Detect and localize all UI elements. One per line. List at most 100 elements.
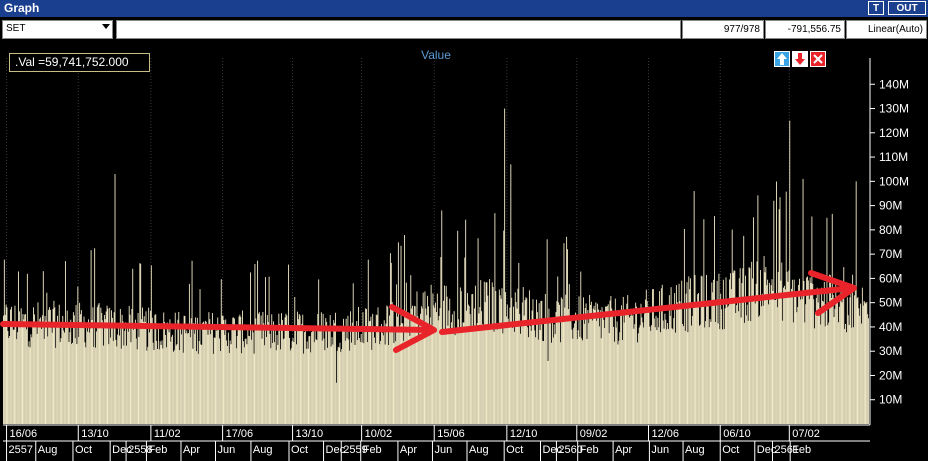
up-arrow-icon[interactable] bbox=[774, 51, 790, 67]
bar bbox=[136, 349, 138, 424]
bar bbox=[846, 297, 848, 424]
value-readout: .Val =59,741,752.000 bbox=[9, 53, 150, 72]
bar bbox=[175, 345, 177, 424]
bar bbox=[291, 341, 293, 424]
bar bbox=[501, 288, 503, 424]
bar bbox=[866, 302, 868, 424]
bar bbox=[81, 323, 83, 424]
bar bbox=[323, 338, 325, 424]
x-month-label: Feb bbox=[148, 444, 167, 456]
bar bbox=[615, 327, 617, 424]
chevron-down-icon[interactable] bbox=[102, 24, 110, 29]
bar bbox=[318, 279, 320, 424]
bar bbox=[623, 322, 625, 424]
bar bbox=[505, 316, 507, 424]
bar bbox=[36, 333, 38, 424]
bar bbox=[55, 347, 57, 424]
bar bbox=[602, 311, 604, 424]
bar bbox=[418, 336, 420, 424]
bar bbox=[25, 314, 27, 424]
bar bbox=[300, 330, 302, 424]
x-month-label: Apr bbox=[400, 444, 417, 456]
bar bbox=[43, 338, 45, 424]
bar bbox=[683, 326, 684, 424]
bar bbox=[219, 338, 220, 424]
bar bbox=[405, 282, 407, 424]
bar bbox=[570, 321, 572, 424]
bar bbox=[740, 317, 742, 424]
bar bbox=[792, 322, 794, 424]
scale-field[interactable]: Linear(Auto) bbox=[846, 20, 927, 39]
bar bbox=[287, 330, 289, 424]
bar bbox=[653, 318, 655, 424]
bar bbox=[3, 259, 5, 424]
bar bbox=[273, 321, 274, 424]
bar bbox=[164, 321, 166, 424]
bar bbox=[154, 314, 156, 424]
bar bbox=[784, 289, 786, 424]
x-month-label: 2557 bbox=[9, 444, 33, 456]
bar bbox=[203, 321, 205, 424]
bar bbox=[382, 335, 384, 424]
bar bbox=[463, 322, 465, 424]
bar bbox=[563, 243, 565, 424]
t-button[interactable]: T bbox=[868, 1, 884, 15]
symbol-select[interactable]: SET bbox=[2, 20, 113, 39]
bar bbox=[321, 340, 323, 424]
bar bbox=[209, 319, 211, 424]
bar bbox=[198, 341, 200, 424]
bar bbox=[754, 303, 756, 424]
bar bbox=[728, 305, 730, 424]
bar bbox=[742, 268, 744, 424]
bar bbox=[391, 302, 393, 424]
bar bbox=[679, 301, 681, 424]
bar bbox=[482, 324, 483, 424]
bar bbox=[465, 219, 467, 424]
bar bbox=[443, 285, 445, 424]
bar bbox=[729, 273, 731, 424]
bar bbox=[703, 219, 705, 424]
bar bbox=[449, 298, 451, 424]
bar bbox=[26, 273, 28, 424]
bar bbox=[143, 316, 145, 424]
bar bbox=[493, 331, 495, 424]
close-icon[interactable] bbox=[810, 51, 826, 67]
bar bbox=[849, 297, 851, 424]
bar bbox=[766, 285, 768, 424]
bar bbox=[63, 330, 65, 424]
bar bbox=[159, 341, 161, 424]
bar bbox=[748, 267, 750, 424]
bar bbox=[73, 315, 75, 424]
bar bbox=[705, 321, 707, 424]
bar bbox=[84, 342, 86, 424]
bar bbox=[117, 334, 119, 424]
bar bbox=[855, 181, 857, 424]
bar bbox=[253, 353, 255, 424]
bar bbox=[523, 315, 525, 424]
bar bbox=[18, 311, 20, 424]
bar bbox=[709, 319, 711, 424]
bar bbox=[845, 332, 847, 424]
bar bbox=[494, 213, 496, 424]
bar bbox=[566, 236, 568, 424]
bar bbox=[334, 323, 336, 424]
bar bbox=[684, 330, 686, 424]
bar bbox=[658, 327, 660, 424]
bar bbox=[221, 315, 223, 424]
bar bbox=[550, 321, 552, 424]
bar bbox=[644, 299, 646, 424]
bar bbox=[635, 302, 637, 424]
bar bbox=[345, 318, 347, 424]
bar bbox=[428, 332, 430, 424]
bar bbox=[413, 305, 415, 424]
bar bbox=[811, 216, 813, 424]
out-button[interactable]: OUT bbox=[888, 1, 926, 15]
bar bbox=[222, 315, 224, 424]
bar bbox=[749, 268, 751, 424]
bar bbox=[13, 329, 15, 424]
bar bbox=[181, 325, 183, 424]
down-arrow-icon[interactable] bbox=[792, 51, 808, 67]
bar bbox=[755, 283, 757, 424]
bar bbox=[820, 324, 822, 424]
bar bbox=[547, 360, 549, 424]
